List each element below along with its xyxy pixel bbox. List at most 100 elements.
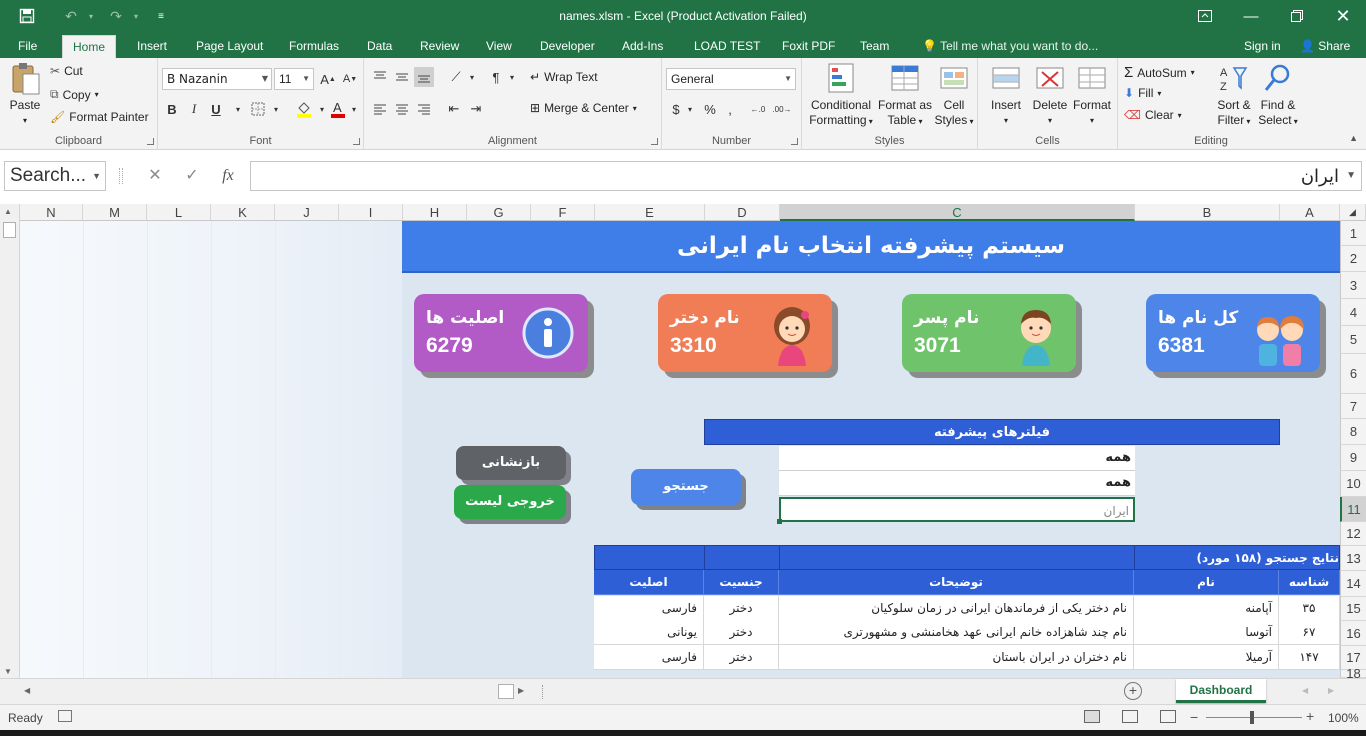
reset-button[interactable]: بازنشانی <box>456 446 566 480</box>
underline-dropdown-icon[interactable]: ▾ <box>228 99 248 119</box>
merge-center-button[interactable]: ⊞ Merge & Center ▾ <box>530 101 637 115</box>
conditional-formatting-button[interactable]: Conditional Formatting ▾ <box>806 62 876 129</box>
format-cells-button[interactable]: Format ▾ <box>1070 62 1114 128</box>
add-sheet-icon[interactable]: + <box>1124 682 1142 700</box>
zoom-in-icon[interactable]: + <box>1306 708 1314 724</box>
zoom-slider-thumb[interactable] <box>1250 711 1254 724</box>
vertical-scroll-thumb[interactable] <box>3 222 16 238</box>
align-left-icon[interactable] <box>370 99 390 119</box>
clipboard-dialog-launcher-icon[interactable] <box>147 138 154 145</box>
decrease-font-icon[interactable]: A ▼ <box>340 69 360 89</box>
column-header-m[interactable]: M <box>83 204 147 221</box>
close-icon[interactable]: ✕ <box>1320 0 1366 32</box>
column-gender-header[interactable]: جنسیت <box>704 570 779 595</box>
zoom-slider[interactable] <box>1206 717 1302 718</box>
horizontal-scroll-thumb[interactable] <box>498 684 514 699</box>
card-origins[interactable]: اصلیت ها 6279 <box>414 294 588 372</box>
row-header[interactable]: 5 <box>1340 326 1366 354</box>
redo-dropdown-icon[interactable]: ▾ <box>123 0 149 32</box>
tab-home[interactable]: Home <box>62 35 117 58</box>
formula-input[interactable]: ایران ▼ <box>250 161 1362 191</box>
name-cell[interactable]: آتوسا <box>1134 620 1279 645</box>
align-middle-icon[interactable] <box>392 67 412 87</box>
decrease-indent-icon[interactable]: ⇤ <box>444 99 464 119</box>
tab-view[interactable]: View <box>476 35 522 58</box>
underline-button[interactable]: U <box>206 99 226 119</box>
save-icon[interactable] <box>14 0 40 32</box>
row-header[interactable]: 7 <box>1340 394 1366 419</box>
font-size-select[interactable]: 11 ▼ <box>274 68 314 90</box>
collapse-ribbon-icon[interactable]: ▲ <box>1349 133 1358 143</box>
column-id-header[interactable]: شناسه <box>1279 570 1340 595</box>
zoom-level[interactable]: 100% <box>1328 711 1359 725</box>
increase-font-icon[interactable]: A ▲ <box>318 69 338 89</box>
page-break-view-icon[interactable] <box>1160 710 1176 723</box>
tab-add-ins[interactable]: Add-Ins <box>612 35 673 58</box>
zoom-out-icon[interactable]: − <box>1190 709 1198 725</box>
search-button[interactable]: جستجو <box>631 469 741 505</box>
copy-button[interactable]: ⧉ Copy ▾ <box>50 87 99 102</box>
row-header[interactable]: 8 <box>1340 419 1366 445</box>
row-header[interactable]: 18 <box>1340 666 1366 681</box>
column-header-n[interactable]: N <box>20 204 83 221</box>
select-all-corner[interactable]: ◢ <box>1340 204 1366 221</box>
row-header[interactable]: 4 <box>1340 299 1366 326</box>
cell-styles-button[interactable]: Cell Styles ▾ <box>932 62 976 129</box>
column-origin-header[interactable]: اصلیت <box>594 570 704 595</box>
italic-button[interactable]: I <box>184 99 204 119</box>
previous-sheet-icon[interactable]: ◀ <box>1302 686 1308 695</box>
filter-origin-cell[interactable]: ایران <box>779 497 1135 522</box>
row-header[interactable]: 1 <box>1340 221 1366 246</box>
insert-function-icon[interactable]: fx <box>214 163 242 189</box>
page-layout-view-icon[interactable] <box>1122 710 1138 723</box>
scroll-down-icon[interactable]: ▼ <box>4 667 12 676</box>
filter-gender-cell[interactable]: همه <box>779 446 1135 471</box>
column-header-j[interactable]: J <box>275 204 339 221</box>
column-header-k[interactable]: K <box>211 204 275 221</box>
sign-in-link[interactable]: Sign in <box>1234 35 1291 58</box>
filter-letter-cell[interactable]: همه <box>779 471 1135 496</box>
name-cell[interactable]: آپامنه <box>1134 596 1279 621</box>
tab-load-test[interactable]: LOAD TEST <box>684 35 770 58</box>
clear-button[interactable]: ⌫ Clear ▾ <box>1124 108 1182 122</box>
customize-toolbar-icon[interactable]: ≡ <box>148 0 174 32</box>
table-row[interactable]: فارسی دختر نام دختر یکی از فرماندهان ایر… <box>594 596 1340 621</box>
undo-dropdown-icon[interactable]: ▾ <box>78 0 104 32</box>
ribbon-display-icon[interactable] <box>1182 0 1228 32</box>
normal-view-icon[interactable] <box>1084 710 1100 723</box>
card-girl-names[interactable]: نام دختر 3310 <box>658 294 832 372</box>
next-sheet-icon[interactable]: ▶ <box>1328 686 1334 695</box>
row-header[interactable]: 16 <box>1340 621 1366 646</box>
bold-button[interactable]: B <box>162 99 182 119</box>
tab-team[interactable]: Team <box>850 35 899 58</box>
sort-filter-button[interactable]: AZ Sort & Filter ▾ <box>1212 62 1256 129</box>
tab-data[interactable]: Data <box>357 35 402 58</box>
borders-icon[interactable] <box>248 99 268 119</box>
tab-review[interactable]: Review <box>410 35 469 58</box>
origin-cell[interactable]: فارسی <box>594 596 704 621</box>
export-list-button[interactable]: خروجی لیست <box>454 485 566 519</box>
fill-handle[interactable] <box>777 519 782 524</box>
increase-indent-icon[interactable]: ⇥ <box>466 99 486 119</box>
orientation-dropdown-icon[interactable]: ▾ <box>462 67 482 87</box>
fill-button[interactable]: ⬇ Fill ▾ <box>1124 86 1161 100</box>
card-boy-names[interactable]: نام پسر 3071 <box>902 294 1076 372</box>
scroll-left-icon[interactable]: ◀ <box>24 686 30 695</box>
row-header[interactable]: 11 <box>1340 497 1366 522</box>
percent-icon[interactable]: % <box>700 99 720 119</box>
tab-file[interactable]: File <box>8 35 47 58</box>
scroll-right-icon[interactable]: ▶ <box>518 686 524 695</box>
tab-page-layout[interactable]: Page Layout <box>186 35 273 58</box>
row-header[interactable]: 12 <box>1340 522 1366 546</box>
wrap-text-button[interactable]: ↵ Wrap Text <box>530 70 598 84</box>
table-row[interactable]: یونانی دختر نام چند شاهزاده خانم ایرانی … <box>594 620 1340 645</box>
origin-cell[interactable]: فارسی <box>594 645 704 670</box>
tab-foxit-pdf[interactable]: Foxit PDF <box>772 35 845 58</box>
align-right-icon[interactable] <box>414 99 434 119</box>
share-button[interactable]: 👤 Share <box>1290 35 1360 58</box>
column-header-d[interactable]: D <box>705 204 780 221</box>
formula-bar-grip[interactable] <box>119 168 123 184</box>
name-box[interactable]: Search... ▼ <box>4 161 106 191</box>
row-header[interactable]: 14 <box>1340 571 1366 597</box>
align-bottom-icon[interactable] <box>414 67 434 87</box>
